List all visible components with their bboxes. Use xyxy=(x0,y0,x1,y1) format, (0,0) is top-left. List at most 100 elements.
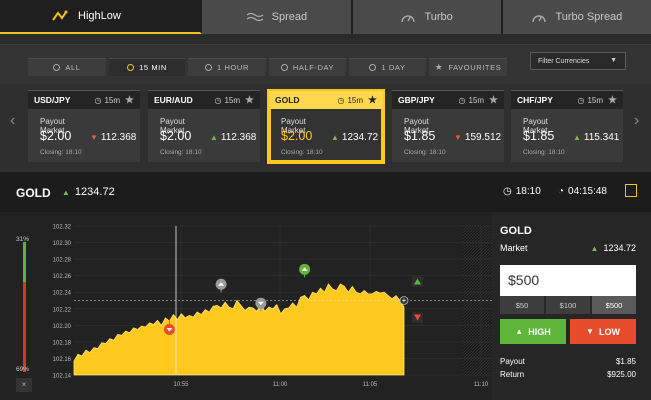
bull-up-icon: ▲ xyxy=(62,187,70,197)
notes-icon[interactable] xyxy=(625,184,637,197)
period-tab-favourites[interactable]: ★ FAVOURITES xyxy=(429,58,507,76)
bull-up-icon: ▲ xyxy=(573,132,581,142)
countdown-icon: ◔ xyxy=(558,186,565,197)
sentiment-low: 69% xyxy=(16,366,30,373)
tab-label: Spread xyxy=(271,11,308,23)
payout-value: $2.00 xyxy=(160,129,192,143)
low-button[interactable]: ▼ LOW xyxy=(570,319,636,344)
period-bar: ALL 15 MIN 1 HOUR HALF-DAY 1 DAY ★ FAVOUR… xyxy=(0,34,651,84)
y-tick-label: 102.20 xyxy=(53,324,72,330)
star-icon[interactable]: ★ xyxy=(608,95,617,106)
asset-name: EUR/AUD xyxy=(154,95,193,105)
y-tick-label: 102.14 xyxy=(53,374,72,380)
return-label: Return xyxy=(500,370,525,379)
clock-icon xyxy=(127,64,135,71)
asset-name: GBP/JPY xyxy=(398,95,435,105)
asset-card-gold[interactable]: GOLD ◷ 15m ★ PayoutMarket $2.00 ▲ 1234.72 Clo… xyxy=(267,89,385,164)
bull-up-icon: ▲ xyxy=(590,243,599,253)
tab-turbo[interactable]: Turbo xyxy=(352,0,503,34)
clock-icon xyxy=(53,64,61,71)
selected-asset-price: 1234.72 xyxy=(74,186,115,198)
close-icon[interactable]: × xyxy=(16,378,32,392)
tab-turbo-spread[interactable]: Turbo Spread xyxy=(502,0,651,34)
y-tick-label: 102.22 xyxy=(53,307,72,313)
period-tab-all[interactable]: ALL xyxy=(28,58,106,76)
trade-panel: GOLD Market ▲ 1234.72 $500 $50 $100 $500 … xyxy=(492,212,651,400)
price-chart-area: 31% 69% × 102.32 102.30 102.28 102.26 102.24… xyxy=(0,212,492,400)
clock-icon: ◷ xyxy=(94,95,102,105)
asset-card-chfjpy[interactable]: CHF/JPY ◷ 15m ★ PayoutMarket $1.85 ▲ 115.341 … xyxy=(511,90,623,162)
y-tick-label: 102.28 xyxy=(53,258,72,264)
period-tab-15min[interactable]: 15 MIN xyxy=(109,58,185,76)
clock-icon: ◷ xyxy=(458,95,466,105)
y-tick-label: 102.16 xyxy=(53,357,72,363)
star-icon[interactable]: ★ xyxy=(125,95,134,106)
amount-presets: $50 $100 $500 xyxy=(500,296,636,314)
highlow-icon xyxy=(52,10,68,21)
bull-up-icon: ▲ xyxy=(210,132,218,142)
x-tick-label: 10:55 xyxy=(173,382,189,388)
payout-value: $1.85 xyxy=(523,129,555,143)
filter-currencies-select[interactable]: Filter Currencies ▼ xyxy=(530,52,626,70)
asset-card-euraud[interactable]: EUR/AUD ◷ 15m ★ PayoutMarket $2.00 ▲ 112.368 … xyxy=(148,90,260,162)
closing-time: Closing: 18:10 xyxy=(40,149,82,156)
market-value: 112.368 xyxy=(220,131,257,143)
x-tick-label: 11:05 xyxy=(363,382,378,388)
chevron-right-icon[interactable]: › xyxy=(634,112,639,130)
period-tabs: ALL 15 MIN 1 HOUR HALF-DAY 1 DAY ★ FAVOUR… xyxy=(28,58,507,76)
period-tab-1day[interactable]: 1 DAY xyxy=(349,58,426,76)
tab-spread[interactable]: Spread xyxy=(202,0,353,34)
amount-chip-100[interactable]: $100 xyxy=(546,296,590,314)
closing-time: Closing: 18:10 xyxy=(523,149,565,156)
turbo-gauge-icon xyxy=(401,15,416,23)
tab-label: Turbo Spread xyxy=(555,11,623,23)
period-tab-half-day[interactable]: HALF-DAY xyxy=(269,58,346,76)
price-chart[interactable]: 102.32 102.30 102.28 102.26 102.24 102.22 102.… xyxy=(40,212,492,400)
bull-down-icon: ▼ xyxy=(90,132,98,142)
plus-icon: + xyxy=(402,296,407,305)
amount-chip-500[interactable]: $500 xyxy=(592,296,636,314)
investment-amount-input[interactable]: $500 xyxy=(500,265,636,296)
clock-icon: ◷ xyxy=(214,95,222,105)
star-icon[interactable]: ★ xyxy=(368,95,377,106)
x-tick-label: 11:00 xyxy=(273,382,288,388)
clock-icon xyxy=(369,64,377,71)
bull-up-icon: ▲ xyxy=(331,132,339,142)
tab-highlow[interactable]: HighLow xyxy=(0,0,203,34)
clock-icon: ◷ xyxy=(503,186,512,197)
clock-icon xyxy=(205,64,213,71)
chevron-down-icon: ▼ xyxy=(610,57,617,64)
asset-card-gbpjpy[interactable]: GBP/JPY ◷ 15m ★ PayoutMarket $1.85 ▼ 159.512 … xyxy=(392,90,504,162)
asset-name: CHF/JPY xyxy=(517,95,553,105)
closing-time: Closing: 18:10 xyxy=(404,149,446,156)
return-value: $925.00 xyxy=(607,370,636,379)
bull-down-icon: ▼ xyxy=(586,327,594,336)
x-tick-label: 11:10 xyxy=(474,382,489,388)
sentiment-bar xyxy=(23,242,26,372)
y-tick-label: 102.24 xyxy=(53,291,72,297)
market-value: 1234.72 xyxy=(603,243,636,253)
y-tick-label: 102.30 xyxy=(53,241,72,247)
chevron-left-icon[interactable]: ‹ xyxy=(10,112,15,130)
high-button[interactable]: ▲ HIGH xyxy=(500,319,566,344)
tab-label: HighLow xyxy=(78,10,121,22)
market-value: 112.368 xyxy=(100,131,137,143)
star-icon[interactable]: ★ xyxy=(245,95,254,106)
spread-icon xyxy=(246,12,264,22)
y-tick-label: 102.32 xyxy=(53,225,72,231)
amount-chip-50[interactable]: $50 xyxy=(500,296,544,314)
payout-label: Payout xyxy=(500,357,525,366)
bull-up-icon: ▲ xyxy=(515,327,524,336)
star-icon[interactable]: ★ xyxy=(489,95,498,106)
clock-icon xyxy=(280,64,288,71)
market-value: 115.341 xyxy=(583,131,620,143)
tab-label: Turbo xyxy=(424,11,453,23)
selected-asset-bar: GOLD ▲ 1234.72 ◷ 18:10 ◔ 04:15:48 xyxy=(0,172,651,212)
period-tab-1hour[interactable]: 1 HOUR xyxy=(188,58,266,76)
market-value: 1234.72 xyxy=(341,131,379,143)
star-icon: ★ xyxy=(434,62,444,72)
panel-asset-name: GOLD xyxy=(500,225,532,237)
asset-card-usdjpy[interactable]: USD/JPY ◷ 15m ★ PayoutMarket $2.00 ▼ 112.368 … xyxy=(28,90,140,162)
sentiment-high-fill xyxy=(23,242,26,283)
asset-name: GOLD xyxy=(275,95,300,105)
